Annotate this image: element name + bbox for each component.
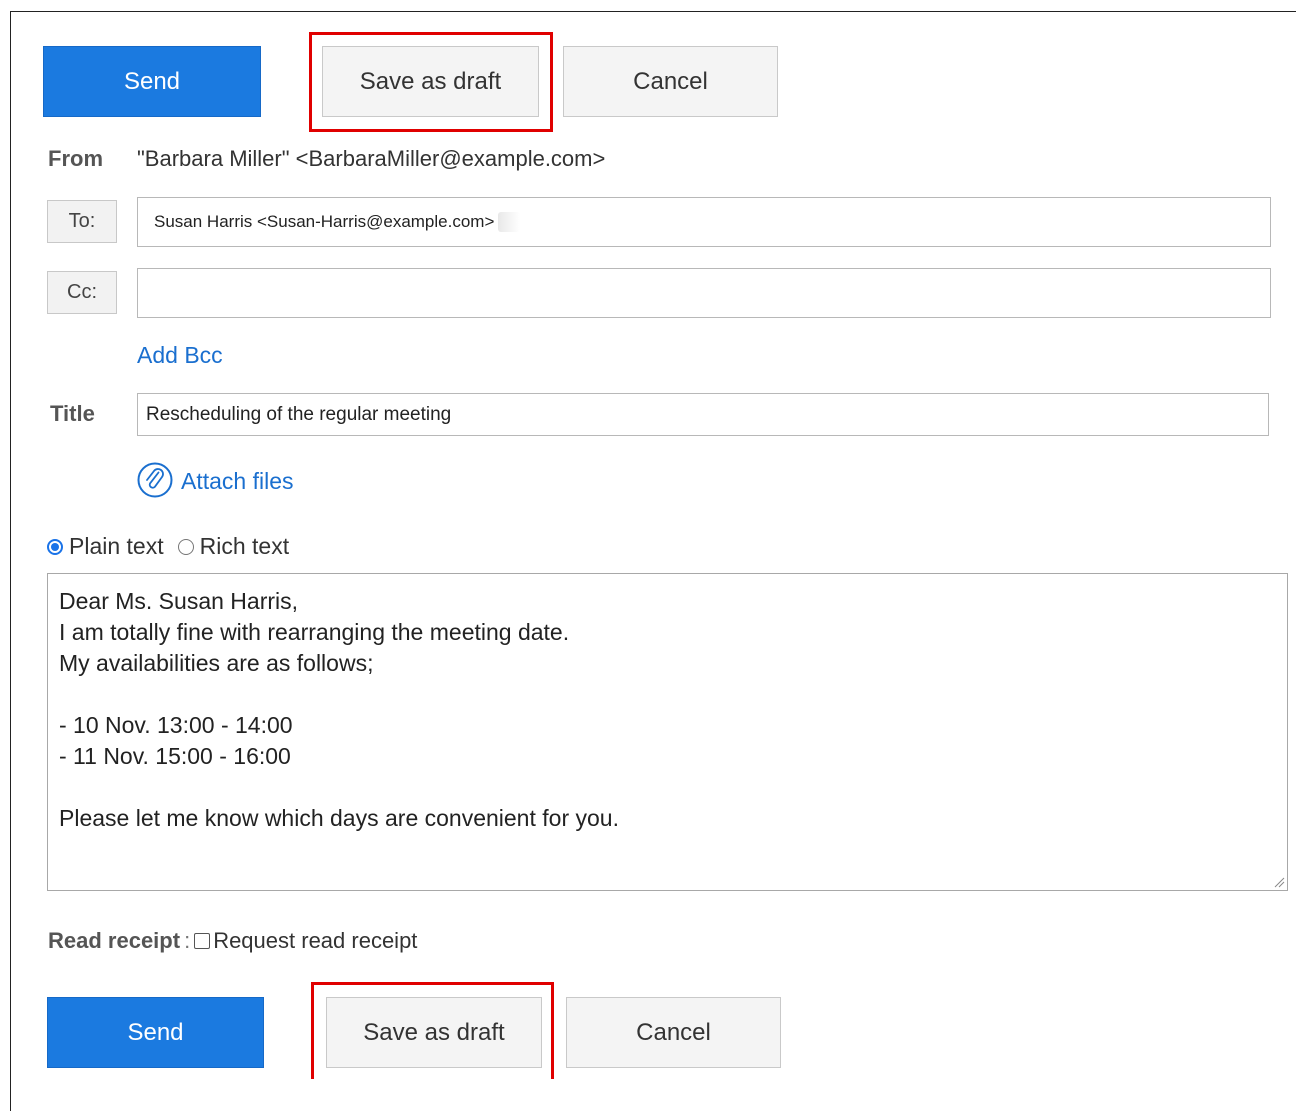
request-read-receipt-label[interactable]: Request read receipt (213, 928, 417, 954)
plain-text-label[interactable]: Plain text (69, 533, 164, 560)
message-body[interactable]: Dear Ms. Susan Harris, I am totally fine… (47, 573, 1288, 891)
send-button-top[interactable]: Send (43, 46, 261, 117)
body-line: - 10 Nov. 13:00 - 14:00 (59, 712, 293, 738)
body-line: - 11 Nov. 15:00 - 16:00 (59, 743, 291, 769)
request-read-receipt-checkbox[interactable] (194, 933, 211, 949)
add-bcc-link[interactable]: Add Bcc (137, 342, 223, 369)
body-line (59, 679, 1276, 710)
save-draft-button-top[interactable]: Save as draft (322, 46, 539, 117)
recipient-text: Susan Harris <Susan-Harris@example.com> (154, 211, 495, 231)
resize-handle-icon[interactable] (1273, 876, 1285, 888)
body-line: Dear Ms. Susan Harris, (59, 588, 299, 614)
to-field[interactable]: Susan Harris <Susan-Harris@example.com> (137, 197, 1271, 247)
read-receipt-row: Read receipt : Request read receipt (48, 928, 417, 954)
title-field[interactable]: Rescheduling of the regular meeting (137, 393, 1269, 436)
read-receipt-colon: : (184, 928, 191, 953)
plain-text-radio[interactable] (47, 538, 63, 555)
format-selector: Plain text Rich text (47, 533, 289, 560)
body-line (59, 772, 1276, 803)
from-value: "Barbara Miller" <BarbaraMiller@example.… (137, 146, 606, 171)
body-line: Please let me know which days are conven… (59, 805, 619, 831)
body-line: I am totally fine with rearranging the m… (59, 619, 570, 645)
body-line: My availabilities are as follows; (59, 650, 374, 676)
recipient-chip[interactable]: Susan Harris <Susan-Harris@example.com> (146, 211, 521, 233)
paperclip-icon[interactable] (137, 462, 173, 498)
to-button[interactable]: To: (47, 200, 117, 243)
cc-button[interactable]: Cc: (47, 271, 117, 314)
rich-text-label[interactable]: Rich text (200, 533, 289, 560)
cancel-button-top[interactable]: Cancel (563, 46, 778, 117)
cancel-button-bottom[interactable]: Cancel (566, 997, 781, 1068)
rich-text-radio[interactable] (177, 538, 194, 555)
read-receipt-label: Read receipt (48, 928, 181, 953)
title-label: Title (50, 401, 95, 426)
from-label: From (48, 146, 103, 171)
recipient-chip-remove[interactable] (498, 212, 521, 233)
save-draft-button-bottom[interactable]: Save as draft (326, 997, 542, 1068)
send-button-bottom[interactable]: Send (47, 997, 264, 1068)
cc-field[interactable] (137, 268, 1271, 318)
attach-files-link[interactable]: Attach files (181, 468, 294, 495)
